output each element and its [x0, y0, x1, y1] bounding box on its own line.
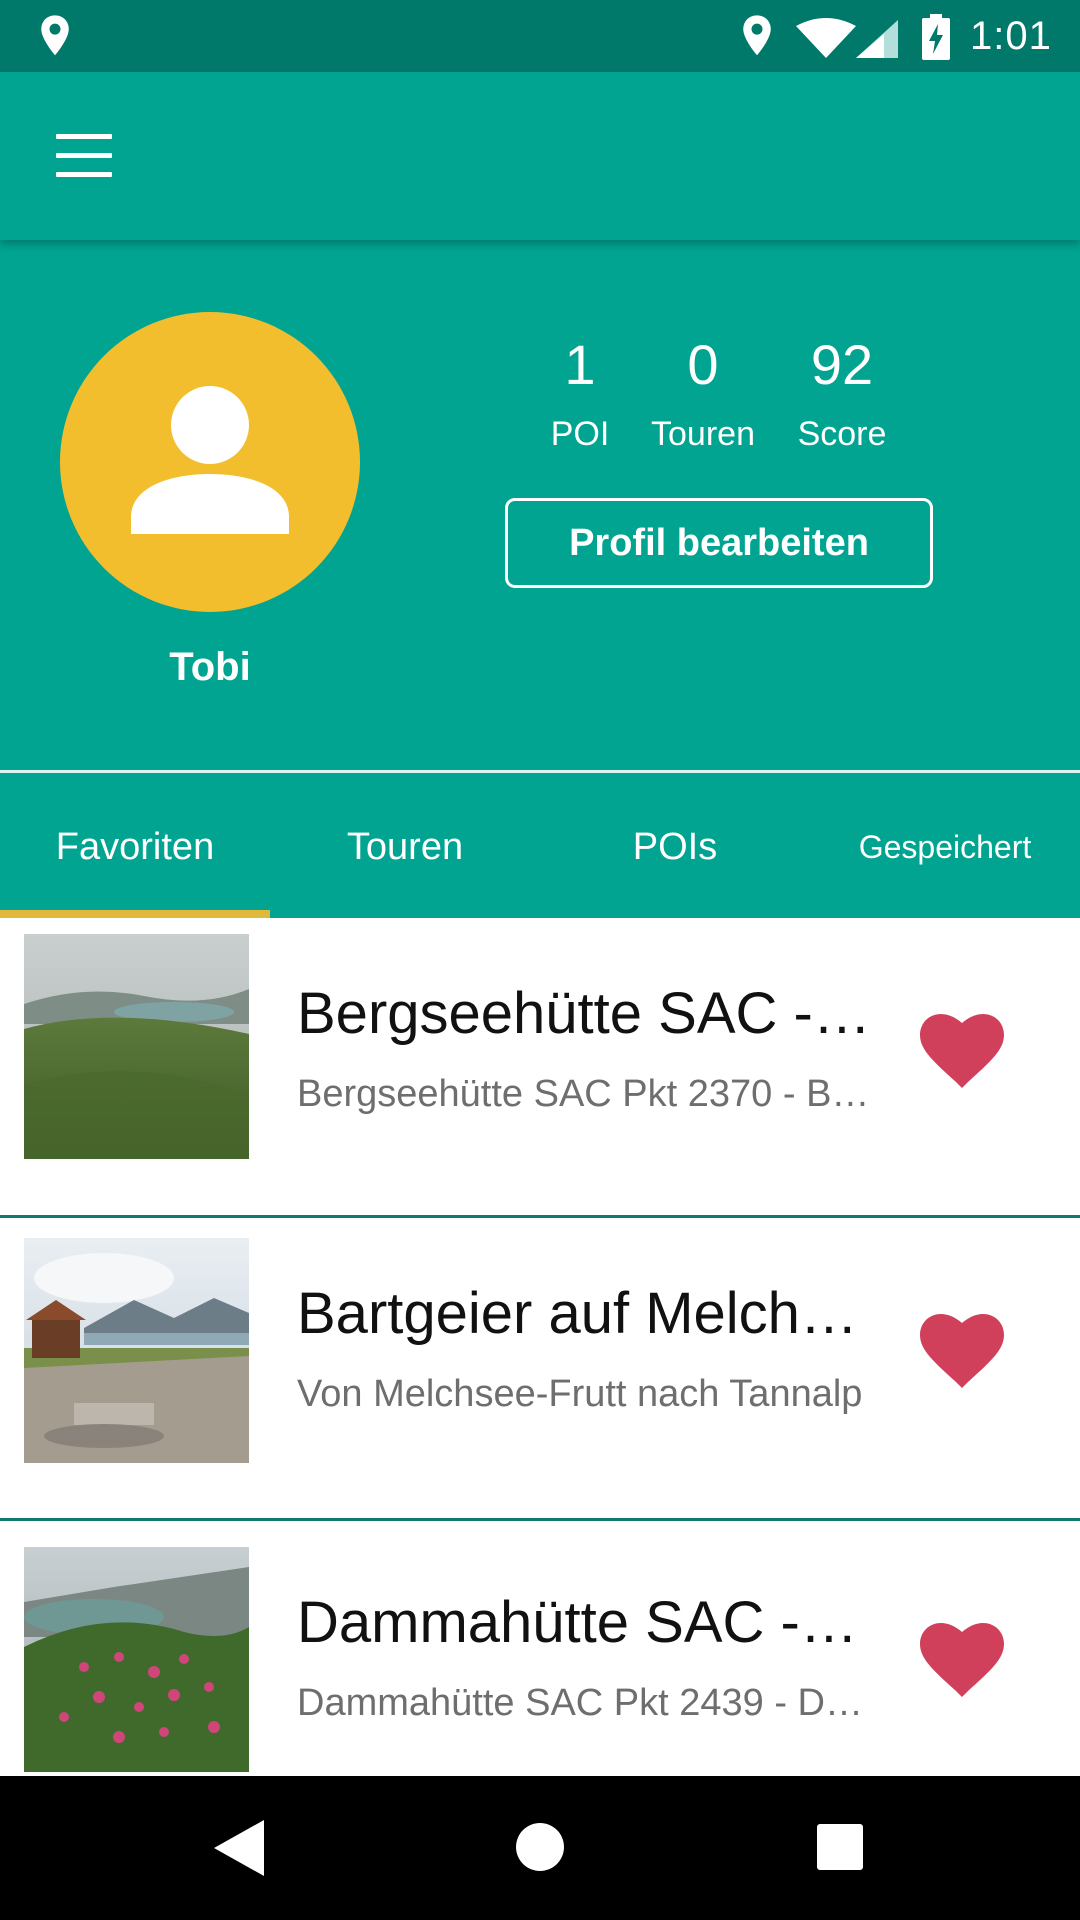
tab-pois[interactable]: POIs: [540, 773, 810, 918]
item-title: Bartgeier auf Melchsee-Frutt: [297, 1281, 872, 1346]
stat-label: Touren: [651, 415, 755, 453]
item-title: Dammahütte SAC - Dammahütte SAC: [297, 1590, 872, 1655]
stat-touren: 0 Touren: [638, 330, 768, 458]
heart-icon[interactable]: [920, 1623, 1004, 1699]
item-title: Bergseehütte SAC - Bergseehütte SAC: [297, 981, 872, 1046]
system-nav-bar: [0, 1776, 1080, 1920]
stat-poi: 1 POI: [530, 330, 630, 458]
status-bar: 1:01: [0, 0, 1080, 72]
item-subtitle: Dammahütte SAC Pkt 2439 - Damma: [297, 1682, 872, 1724]
tab-bar: Favoriten Touren POIs Gespeichert: [0, 773, 1080, 918]
tab-favoriten[interactable]: Favoriten: [0, 773, 270, 918]
back-icon[interactable]: [214, 1820, 264, 1876]
heart-icon[interactable]: [920, 1014, 1004, 1090]
app-bar: [0, 72, 1080, 240]
home-icon[interactable]: [515, 1822, 565, 1872]
status-time: 1:01: [970, 14, 1052, 58]
stat-value: 1: [564, 333, 596, 396]
avatar: [60, 312, 360, 612]
thumbnail-image: [24, 1547, 249, 1772]
edit-profile-button[interactable]: Profil bearbeiten: [505, 498, 933, 588]
item-subtitle: Von Melchsee-Frutt nach Tannalp: [297, 1373, 863, 1415]
profile-header: Tobi 1 POI 0 Touren 92 Score Profil bear…: [0, 240, 1080, 770]
recents-icon[interactable]: [817, 1824, 863, 1870]
stat-value: 0: [687, 333, 719, 396]
tab-touren[interactable]: Touren: [270, 773, 540, 918]
stat-label: Score: [797, 415, 887, 453]
stat-score: 92 Score: [782, 330, 902, 458]
stat-label: POI: [550, 415, 610, 453]
tab-indicator: [0, 910, 270, 918]
wifi-icon: [796, 18, 856, 58]
location-icon: [41, 15, 69, 56]
item-subtitle: Bergseehütte SAC Pkt 2370 - Bergsee: [297, 1073, 872, 1115]
thumbnail-image: [24, 1238, 249, 1463]
heart-icon[interactable]: [920, 1314, 1004, 1390]
list-item[interactable]: Bergseehütte SAC - Bergseehütte SAC Berg…: [0, 918, 1080, 1218]
battery-charging-icon: [922, 14, 950, 60]
thumbnail-image: [24, 934, 249, 1159]
signal-icon: [856, 20, 898, 58]
favorites-list: Bergseehütte SAC - Bergseehütte SAC Berg…: [0, 918, 1080, 1821]
tab-gespeichert[interactable]: Gespeichert: [810, 773, 1080, 918]
person-icon: [131, 386, 289, 534]
stat-value: 92: [810, 333, 874, 396]
list-item[interactable]: Bartgeier auf Melchsee-Frutt Von Melchse…: [0, 1218, 1080, 1521]
hamburger-menu-icon[interactable]: [56, 134, 112, 178]
user-name: Tobi: [169, 645, 251, 689]
location-icon: [743, 15, 771, 56]
